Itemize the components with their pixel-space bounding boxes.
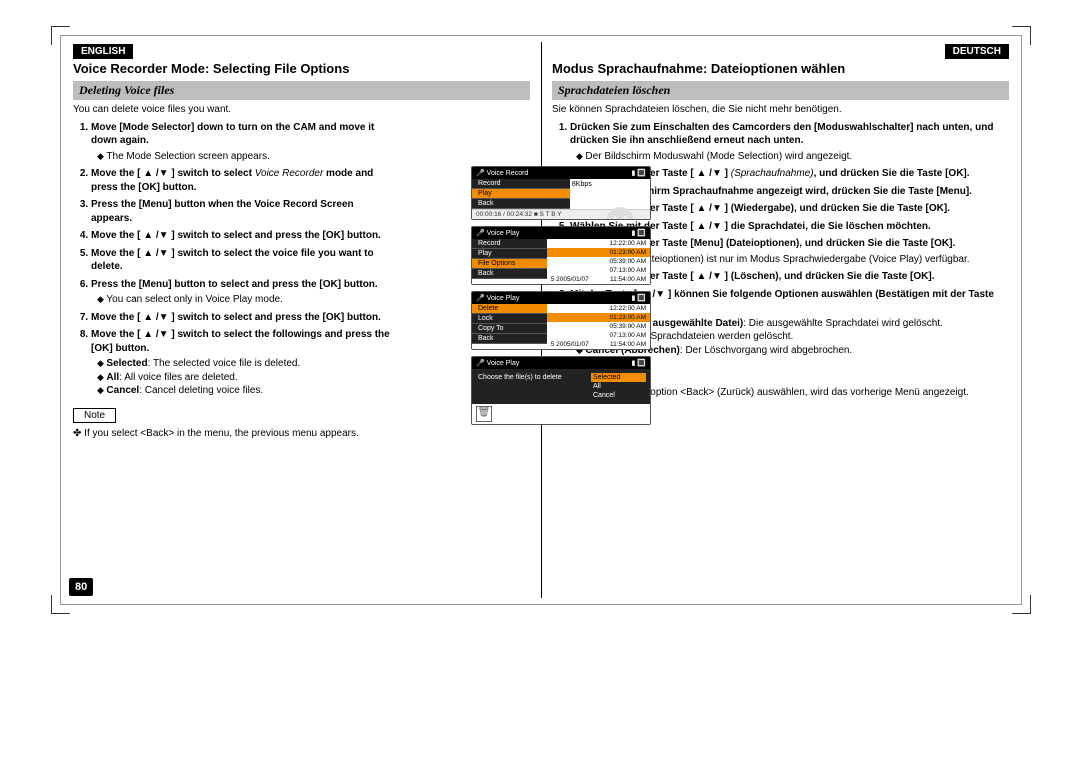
- s7-times-row-2: 05:39:00 AM: [547, 322, 650, 331]
- left-column: ENGLISH Voice Recorder Mode: Selecting F…: [61, 36, 542, 604]
- note-label: Note: [73, 408, 116, 423]
- step-2: Move the [ ▲ /▼ ] switch to select Voice…: [91, 167, 393, 194]
- s7-times-row-4: 5 2005/01/0711:54:00 AM: [547, 340, 650, 349]
- step-3: Press the [Menu] button when the Voice R…: [91, 198, 393, 225]
- screen-6-hdr: 🎤 Voice Play: [476, 229, 519, 237]
- step-8: Move the [ ▲ /▼ ] switch to select the f…: [91, 328, 393, 398]
- step-1: Drücken Sie zum Einschalten des Camcorde…: [570, 121, 1009, 164]
- right-subtitle: Sprachdateien löschen: [552, 81, 1009, 100]
- s6-menu-item-3: Back: [472, 269, 547, 279]
- s4-rate: 8Kbps: [572, 181, 648, 188]
- battery-icon: ▮ 🔳: [631, 169, 646, 177]
- face-icon: ☻: [596, 195, 646, 220]
- english-badge: ENGLISH: [73, 44, 133, 59]
- s6-times-row-2: 05:39:00 AM: [547, 257, 650, 266]
- right-title: Modus Sprachaufnahme: Dateioptionen wähl…: [552, 61, 1009, 77]
- s6-times-row-4: 5 2005/01/0711:54:00 AM: [547, 275, 650, 284]
- s6-times-row-3: 07:13:00 AM: [547, 266, 650, 275]
- step-5: Move the [ ▲ /▼ ] switch to select the v…: [91, 247, 393, 274]
- screen-6: 6 🎤 Voice Play▮ 🔳 RecordPlayFile Options…: [471, 226, 651, 285]
- right-intro: Sie können Sprachdateien löschen, die Si…: [552, 104, 1009, 115]
- s6-times-row-1: 01:23:00 AM: [547, 248, 650, 257]
- s7-menu-item-1: Lock: [472, 314, 547, 324]
- battery-icon: ▮ 🔳: [631, 229, 646, 237]
- screens-column: 4 🎤 Voice Record▮ 🔳 Record Play Back ☻ 8…: [471, 166, 651, 431]
- deutsch-badge: DEUTSCH: [945, 44, 1009, 59]
- battery-icon: ▮ 🔳: [631, 359, 646, 367]
- s7-menu-item-0: Delete: [472, 304, 547, 314]
- s4-item-play: Play: [472, 189, 570, 199]
- s7-times-row-3: 07:13:00 AM: [547, 331, 650, 340]
- step-6: Press the [Menu] button to select and pr…: [91, 278, 393, 307]
- s6-menu-item-0: Record: [472, 239, 547, 249]
- screen-8-hdr: 🎤 Voice Play: [476, 359, 519, 367]
- s6-menu-item-1: Play: [472, 249, 547, 259]
- s8-option-2: Cancel: [591, 391, 646, 400]
- s7-menu-item-3: Back: [472, 334, 547, 344]
- screen-4-hdr: 🎤 Voice Record: [476, 169, 528, 177]
- s7-times-row-1: 01:23:00 AM: [547, 313, 650, 322]
- s4-item-record: Record: [472, 179, 570, 189]
- s8-option-1: All: [591, 382, 646, 391]
- step-7: Move the [ ▲ /▼ ] switch to select and p…: [91, 311, 393, 325]
- s8-prompt: Choose the file(s) to delete: [476, 373, 591, 382]
- battery-icon: ▮ 🔳: [631, 294, 646, 302]
- page-number: 80: [69, 578, 93, 596]
- left-steps: Move [Mode Selector] down to turn on the…: [73, 121, 393, 398]
- trash-icon: 🗑: [476, 406, 492, 422]
- s7-menu-item-2: Copy To: [472, 324, 547, 334]
- s8-option-0: Selected: [591, 373, 646, 382]
- screen-7-hdr: 🎤 Voice Play: [476, 294, 519, 302]
- step-1: Move [Mode Selector] down to turn on the…: [91, 121, 393, 164]
- screen-8: 8 🎤 Voice Play▮ 🔳 Choose the file(s) to …: [471, 356, 651, 425]
- step-4: Move the [ ▲ /▼ ] switch to select and p…: [91, 229, 393, 243]
- left-title: Voice Recorder Mode: Selecting File Opti…: [73, 61, 530, 77]
- left-intro: You can delete voice files you want.: [73, 104, 530, 115]
- left-subtitle: Deleting Voice files: [73, 81, 530, 100]
- s4-item-back: Back: [472, 199, 570, 209]
- s6-times-row-0: 12:22:00 AM: [547, 239, 650, 248]
- screen-7: 7 🎤 Voice Play▮ 🔳 DeleteLockCopy ToBack …: [471, 291, 651, 350]
- screen-4: 4 🎤 Voice Record▮ 🔳 Record Play Back ☻ 8…: [471, 166, 651, 220]
- s7-times-row-0: 12:22:00 AM: [547, 304, 650, 313]
- left-note: If you select <Back> in the menu, the pr…: [73, 428, 393, 439]
- s6-menu-item-2: File Options: [472, 259, 547, 269]
